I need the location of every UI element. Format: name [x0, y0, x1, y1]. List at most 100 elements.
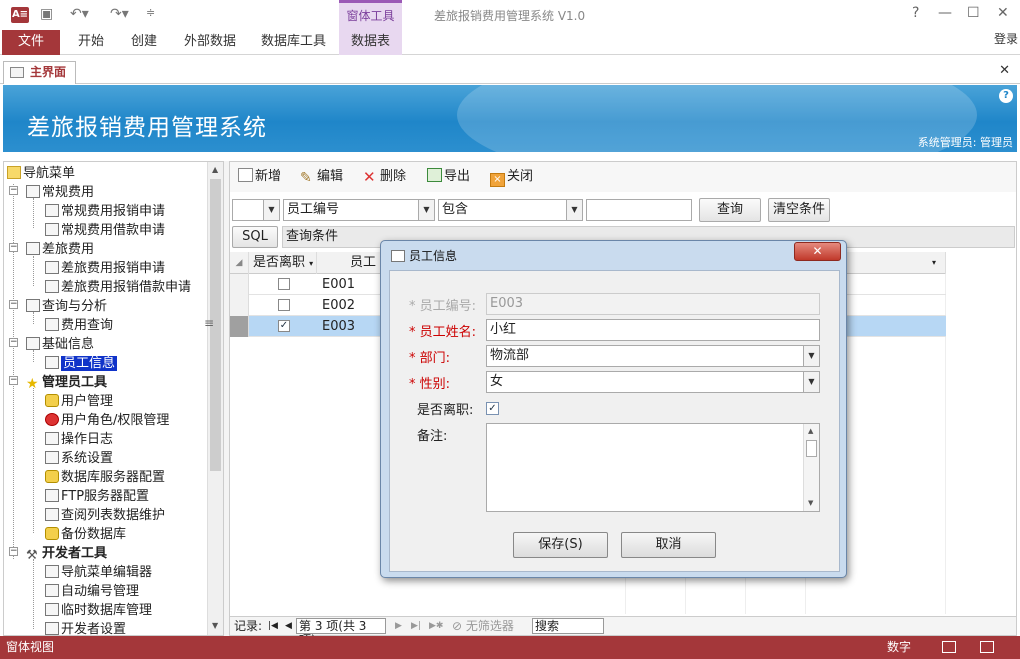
close-window-button[interactable]: ✕: [997, 5, 1009, 21]
save-button[interactable]: 保存(S): [513, 532, 608, 558]
new-record-nav-icon[interactable]: ▶✱: [429, 617, 443, 636]
nav-item-regular-reimburse[interactable]: 常规费用报销申请: [45, 202, 165, 221]
resigned-checkbox[interactable]: [278, 278, 290, 290]
field-select[interactable]: 员工编号 ▼: [283, 199, 435, 221]
nav-item-menu-editor[interactable]: 导航菜单编辑器: [45, 563, 152, 582]
record-search-input[interactable]: 搜索: [532, 618, 604, 634]
note-textarea[interactable]: ▲ ▼: [486, 423, 820, 512]
collapse-toggle[interactable]: −: [9, 376, 18, 385]
nav-item-auto-number[interactable]: 自动编号管理: [45, 582, 139, 601]
next-record-icon[interactable]: ▶: [395, 617, 402, 636]
row-selector[interactable]: [230, 274, 249, 295]
department-select[interactable]: 物流部 ▼: [486, 345, 820, 367]
help-button[interactable]: ?: [912, 5, 919, 21]
chevron-down-icon[interactable]: ▼: [263, 200, 279, 220]
datasheet-view-icon[interactable]: [980, 641, 994, 653]
tab-create[interactable]: 创建: [131, 30, 157, 55]
collapse-toggle[interactable]: −: [9, 186, 18, 195]
minimize-button[interactable]: —: [938, 5, 952, 21]
chevron-down-icon[interactable]: ▼: [418, 200, 434, 220]
select-all-cell[interactable]: ◢: [230, 252, 249, 274]
column-header-resigned[interactable]: 是否离职 ▾: [249, 252, 317, 274]
maximize-button[interactable]: ☐: [967, 5, 980, 21]
close-button[interactable]: × 关闭: [490, 168, 533, 187]
nav-item-basic-info[interactable]: 基础信息: [26, 335, 94, 354]
logic-select[interactable]: ▼: [232, 199, 280, 221]
row-selector[interactable]: [230, 316, 249, 337]
collapse-toggle[interactable]: −: [9, 243, 18, 252]
tab-datasheet[interactable]: 数据表: [339, 30, 402, 55]
form-view-icon[interactable]: [942, 641, 956, 653]
scroll-down-icon[interactable]: ▼: [808, 499, 813, 507]
employee-id-cell[interactable]: E003: [322, 316, 355, 337]
clear-conditions-button[interactable]: 清空条件: [768, 198, 830, 222]
undo-icon[interactable]: ↶▾: [70, 6, 89, 22]
nav-item-employee-info[interactable]: 员工信息: [45, 354, 118, 373]
nav-item-regular-expenses[interactable]: 常规费用: [26, 183, 94, 202]
login-link[interactable]: 登录: [994, 30, 1018, 47]
export-button[interactable]: 导出: [427, 168, 470, 186]
nav-item-dev-tools[interactable]: ⚒ 开发者工具: [26, 544, 107, 563]
customize-qat-icon[interactable]: ≑: [146, 6, 155, 19]
help-icon[interactable]: ?: [999, 89, 1013, 103]
nav-item-backup-db[interactable]: 备份数据库: [45, 525, 126, 544]
nav-scrollbar[interactable]: ▲ ▼: [207, 162, 223, 635]
nav-item-roles-permissions[interactable]: 用户角色/权限管理: [45, 411, 169, 430]
chevron-down-icon[interactable]: ▼: [803, 372, 819, 392]
nav-item-expense-query[interactable]: 费用查询: [45, 316, 113, 335]
nav-item-system-settings[interactable]: 系统设置: [45, 449, 113, 468]
redo-icon[interactable]: ↷▾: [110, 6, 129, 22]
nav-item-dev-settings[interactable]: 开发者设置: [45, 620, 126, 635]
nav-item-admin-tools[interactable]: ★ 管理员工具: [26, 373, 107, 392]
nav-item-user-management[interactable]: 用户管理: [45, 392, 113, 411]
scroll-down-icon[interactable]: ▼: [212, 621, 218, 630]
gender-select[interactable]: 女 ▼: [486, 371, 820, 393]
nav-item-ftp-config[interactable]: FTP服务器配置: [45, 487, 149, 506]
resigned-checkbox[interactable]: ✓: [278, 320, 290, 332]
row-selector[interactable]: [230, 295, 249, 316]
nav-item-operation-log[interactable]: 操作日志: [45, 430, 113, 449]
new-button[interactable]: 新增: [238, 168, 281, 186]
employee-id-cell[interactable]: E002: [322, 295, 355, 316]
last-record-icon[interactable]: ▶|: [411, 617, 421, 636]
nav-item-travel-loan[interactable]: 差旅费用报销借款申请: [45, 278, 191, 297]
note-scrollbar[interactable]: ▲ ▼: [803, 424, 819, 511]
scroll-thumb[interactable]: [806, 440, 817, 457]
close-document-button[interactable]: ✕: [999, 63, 1010, 78]
nav-item-travel-expenses[interactable]: 差旅费用: [26, 240, 94, 259]
cancel-button[interactable]: 取消: [621, 532, 716, 558]
chevron-down-icon[interactable]: ▼: [803, 346, 819, 366]
nav-item-regular-loan[interactable]: 常规费用借款申请: [45, 221, 165, 240]
nav-item-lookup-maintenance[interactable]: 查阅列表数据维护: [45, 506, 165, 525]
nav-item-travel-reimburse[interactable]: 差旅费用报销申请: [45, 259, 165, 278]
no-filter-indicator[interactable]: ⊘ 无筛选器: [452, 617, 514, 636]
sql-button[interactable]: SQL: [232, 226, 278, 248]
employee-name-field[interactable]: 小红: [486, 319, 820, 341]
sort-arrow-icon[interactable]: ▾: [309, 259, 313, 268]
collapse-toggle[interactable]: −: [9, 300, 18, 309]
splitter-grip-icon[interactable]: ≡: [204, 316, 214, 330]
prev-record-icon[interactable]: ◀: [285, 617, 292, 636]
nav-item-db-server-config[interactable]: 数据库服务器配置: [45, 468, 165, 487]
tab-external-data[interactable]: 外部数据: [184, 30, 236, 55]
save-icon[interactable]: ▣: [40, 6, 53, 22]
filter-value-input[interactable]: [586, 199, 692, 221]
operator-select[interactable]: 包含 ▼: [438, 199, 583, 221]
collapse-toggle[interactable]: −: [9, 338, 18, 347]
delete-button[interactable]: ✕ 删除: [363, 168, 406, 186]
resigned-checkbox[interactable]: ✓: [486, 402, 499, 415]
chevron-down-icon[interactable]: ▼: [566, 200, 582, 220]
column-menu-arrow-icon[interactable]: ▾: [932, 252, 936, 274]
tab-main-form[interactable]: 主界面: [3, 61, 76, 84]
nav-item-temp-db[interactable]: 临时数据库管理: [45, 601, 152, 620]
nav-root[interactable]: 导航菜单: [7, 164, 75, 183]
collapse-toggle[interactable]: −: [9, 547, 18, 556]
scroll-up-icon[interactable]: ▲: [212, 165, 218, 174]
edit-button[interactable]: ✎ 编辑: [300, 168, 343, 186]
resigned-checkbox[interactable]: [278, 299, 290, 311]
tab-home[interactable]: 开始: [78, 30, 104, 55]
first-record-icon[interactable]: |◀: [268, 617, 278, 636]
dialog-close-button[interactable]: ✕: [794, 242, 841, 261]
record-position-input[interactable]: 第 3 项(共 3 项): [296, 618, 386, 647]
tab-file[interactable]: 文件: [2, 30, 60, 55]
